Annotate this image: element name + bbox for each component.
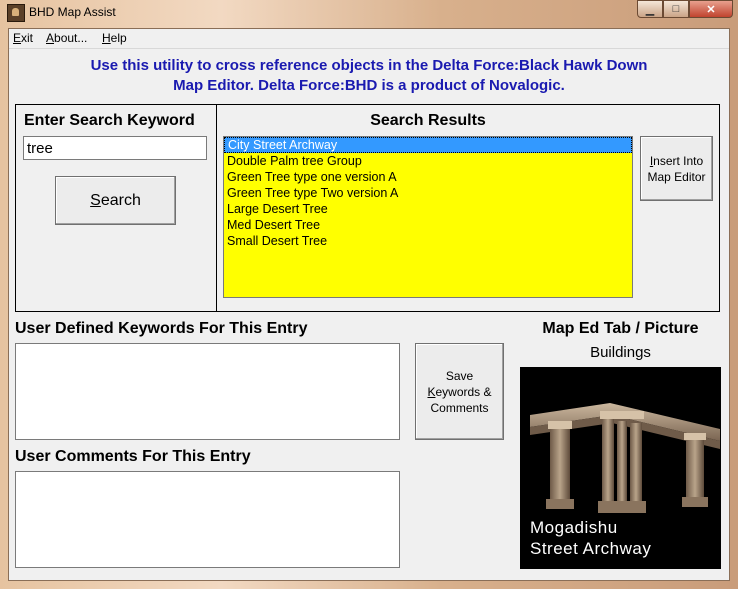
minimize-button[interactable]: ▁ [637,0,663,18]
panel-divider [216,105,217,311]
maximize-button[interactable]: □ [663,0,689,18]
app-icon [7,4,25,22]
title-bar[interactable]: BHD Map Assist ▁ □ ✕ [0,0,738,28]
search-input[interactable] [23,136,207,160]
preview-caption: Mogadishu Street Archway [530,518,652,558]
preview-heading: Map Ed Tab / Picture [542,320,699,337]
intro-line-1: Use this utility to cross reference obje… [90,57,648,74]
close-button[interactable]: ✕ [689,0,733,18]
preview-category: Buildings [590,344,651,361]
client-area: Exit About... Help Use this utility to c… [8,28,730,581]
result-item[interactable]: Green Tree type Two version A [224,185,632,201]
menu-exit[interactable]: Exit [13,31,33,45]
menu-about[interactable]: About... [46,31,87,45]
keywords-field[interactable] [15,343,400,440]
result-item[interactable]: Small Desert Tree [224,233,632,249]
preview-image: Mogadishu Street Archway [520,367,721,569]
result-item[interactable]: City Street Archway [224,137,632,153]
result-item[interactable]: Double Palm tree Group [224,153,632,169]
menu-bar: Exit About... Help [9,29,729,49]
comments-heading: User Comments For This Entry [15,448,251,465]
search-panel: Enter Search Keyword Search Search Resul… [15,104,720,312]
caption-buttons: ▁ □ ✕ [637,0,733,18]
intro-text: Use this utility to cross reference obje… [9,56,729,96]
intro-line-2: Map Editor. Delta Force:BHD is a product… [173,77,565,94]
result-item[interactable]: Med Desert Tree [224,217,632,233]
save-keywords-comments-button[interactable]: Save Keywords & Comments [415,343,504,440]
results-list[interactable]: City Street Archway Double Palm tree Gro… [223,136,633,298]
comments-field[interactable] [15,471,400,568]
window-title: BHD Map Assist [29,5,116,19]
search-button[interactable]: Search [55,176,176,225]
result-item[interactable]: Green Tree type one version A [224,169,632,185]
menu-help[interactable]: Help [102,31,127,45]
results-heading: Search Results [370,112,486,129]
insert-into-map-editor-button[interactable]: Insert Into Map Editor [640,136,713,201]
result-item[interactable]: Large Desert Tree [224,201,632,217]
keywords-heading: User Defined Keywords For This Entry [15,320,308,337]
window-frame: BHD Map Assist ▁ □ ✕ Exit About... Help … [0,0,738,589]
search-heading: Enter Search Keyword [24,112,195,129]
